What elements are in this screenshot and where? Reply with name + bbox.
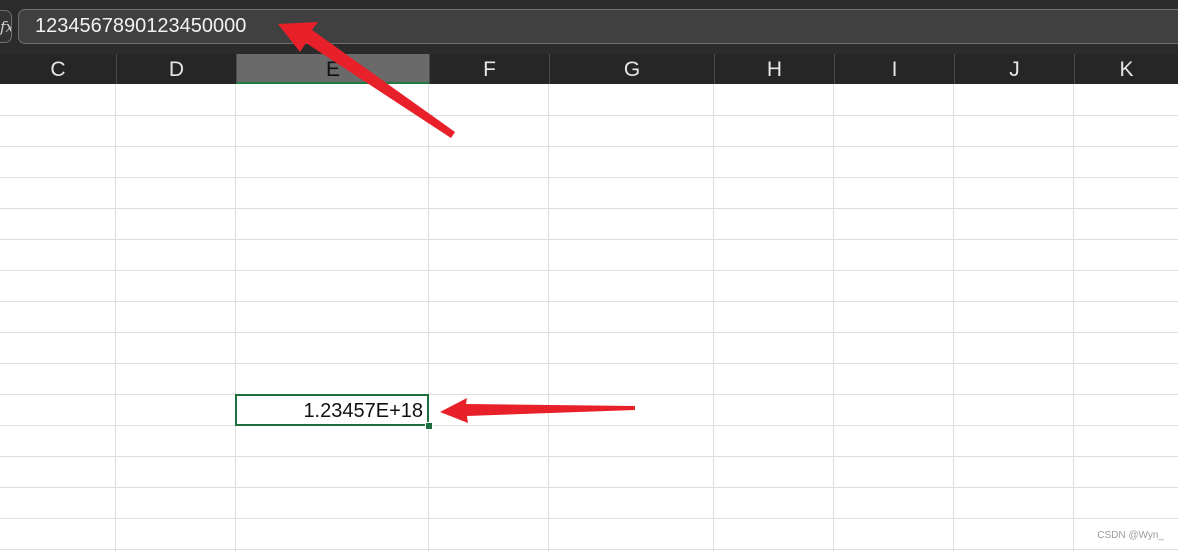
cell-grid[interactable]: 1.23457E+18 bbox=[0, 84, 1178, 551]
active-cell-e[interactable]: 1.23457E+18 bbox=[235, 394, 429, 426]
row-gridline bbox=[0, 549, 1178, 550]
row-gridline bbox=[0, 115, 1178, 116]
column-header-i[interactable]: I bbox=[834, 54, 954, 84]
column-gridline bbox=[953, 84, 954, 551]
insert-function-button[interactable]: fx bbox=[0, 10, 12, 43]
column-gridline bbox=[428, 84, 429, 551]
column-header-f[interactable]: F bbox=[429, 54, 549, 84]
column-gridline bbox=[833, 84, 834, 551]
column-header-row: C D E F G H I J K bbox=[0, 54, 1178, 84]
column-header-c[interactable]: C bbox=[0, 54, 116, 84]
row-gridline bbox=[0, 487, 1178, 488]
row-gridline bbox=[0, 394, 1178, 395]
row-gridline bbox=[0, 270, 1178, 271]
column-gridline bbox=[548, 84, 549, 551]
column-gridline bbox=[713, 84, 714, 551]
row-gridline bbox=[0, 239, 1178, 240]
column-header-e[interactable]: E bbox=[236, 54, 429, 84]
column-header-k[interactable]: K bbox=[1074, 54, 1178, 84]
column-gridline bbox=[115, 84, 116, 551]
column-header-g[interactable]: G bbox=[549, 54, 714, 84]
row-gridline bbox=[0, 301, 1178, 302]
spreadsheet-window: fx 1234567890123450000 C D E F G H I J K bbox=[0, 0, 1178, 551]
row-gridline bbox=[0, 177, 1178, 178]
formula-bar: fx 1234567890123450000 bbox=[0, 0, 1178, 54]
watermark: CSDN @Wyn_ bbox=[1097, 530, 1164, 541]
formula-input[interactable]: 1234567890123450000 bbox=[18, 9, 1178, 44]
column-header-d[interactable]: D bbox=[116, 54, 236, 84]
row-gridline bbox=[0, 146, 1178, 147]
column-header-j[interactable]: J bbox=[954, 54, 1074, 84]
row-gridline bbox=[0, 332, 1178, 333]
column-header-h[interactable]: H bbox=[714, 54, 834, 84]
row-gridline bbox=[0, 208, 1178, 209]
row-gridline bbox=[0, 518, 1178, 519]
column-gridline bbox=[235, 84, 236, 551]
row-gridline bbox=[0, 456, 1178, 457]
row-gridline bbox=[0, 425, 1178, 426]
row-gridline bbox=[0, 363, 1178, 364]
column-gridline bbox=[1073, 84, 1074, 551]
fill-handle[interactable] bbox=[425, 422, 433, 430]
